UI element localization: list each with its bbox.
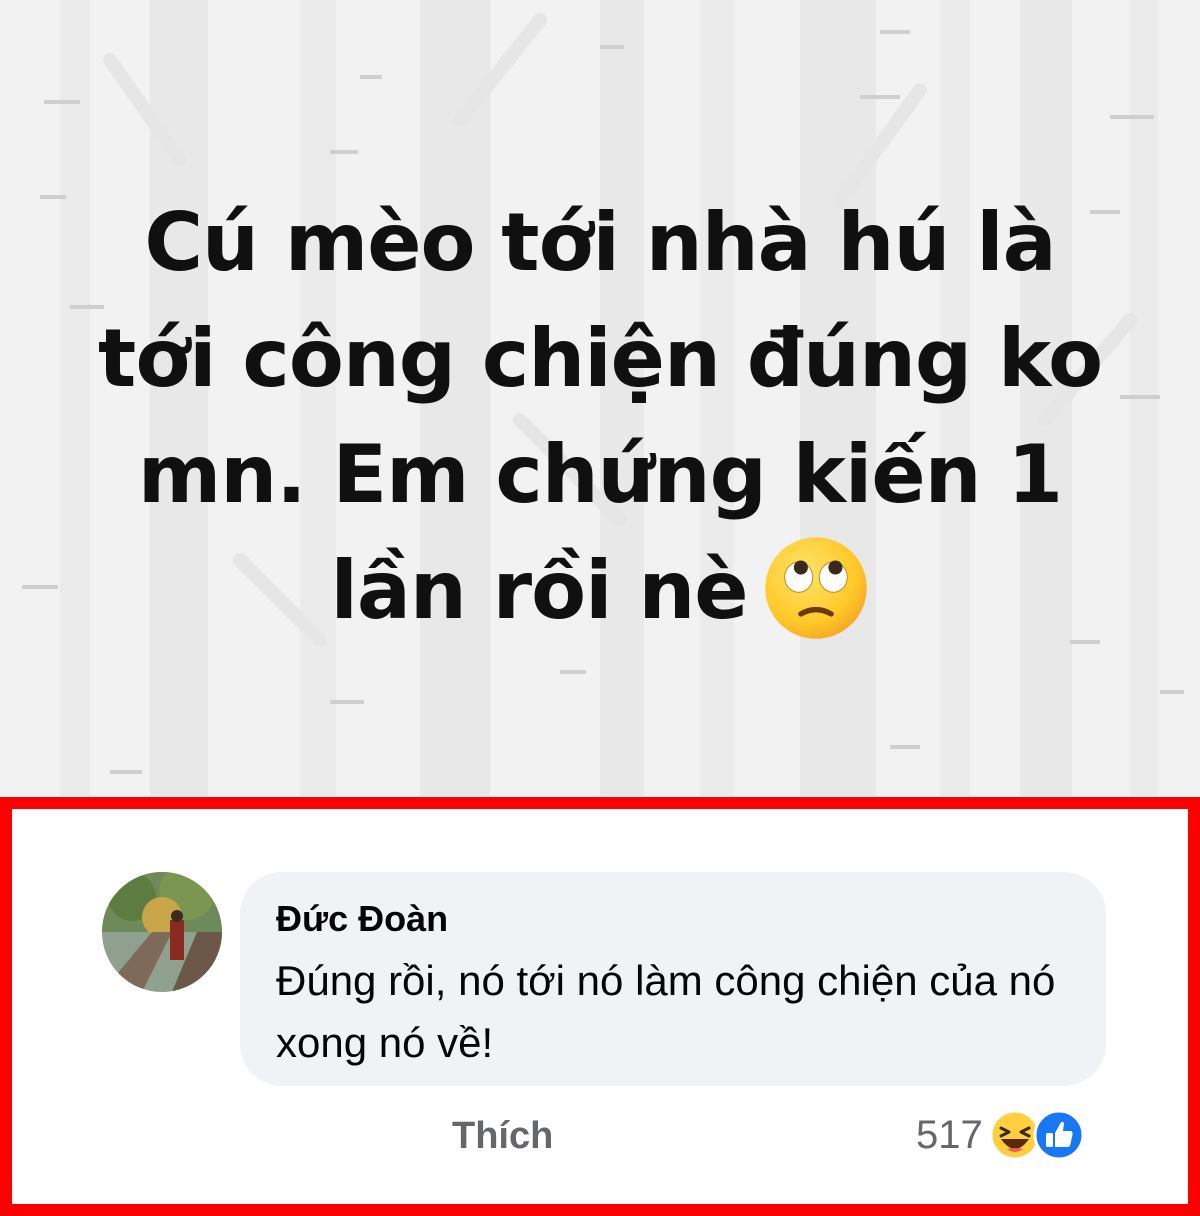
post-text-line: Cú mèo tới nhà hú là	[144, 196, 1056, 289]
comment-author[interactable]: Đức Đoàn	[276, 898, 448, 940]
post-text-line: tới công chiện đúng ko	[40, 301, 1160, 417]
avatar-image	[102, 872, 222, 992]
post-text-fragment: tới công chiện đúng ko	[97, 312, 1103, 405]
post-text: Cú mèo tới nhà hú là tới công chiện đúng…	[40, 185, 1160, 650]
text-post: Cú mèo tới nhà hú là tới công chiện đúng…	[0, 0, 1200, 796]
reaction-count: 517	[916, 1112, 983, 1157]
post-text-line: lần rồi nè	[40, 533, 1160, 650]
comment-bubble: Đức Đoàn Đúng rồi, nó tới nó làm công ch…	[240, 872, 1106, 1086]
post-text-line: mn. Em chứng kiến 1	[137, 428, 1063, 521]
like-button[interactable]: Thích	[452, 1115, 553, 1158]
post-text-fragment: lần rồi nè	[330, 544, 748, 637]
reaction-summary[interactable]: 517	[916, 1105, 1085, 1165]
comment-text: Đúng rồi, nó tới nó làm công chiện của n…	[276, 957, 1056, 1066]
avatar[interactable]	[102, 872, 222, 992]
like-icon	[1033, 1109, 1085, 1161]
face-with-rolling-eyes-icon	[764, 537, 867, 639]
highlighted-comment: Đức Đoàn Đúng rồi, nó tới nó làm công ch…	[0, 797, 1200, 1216]
